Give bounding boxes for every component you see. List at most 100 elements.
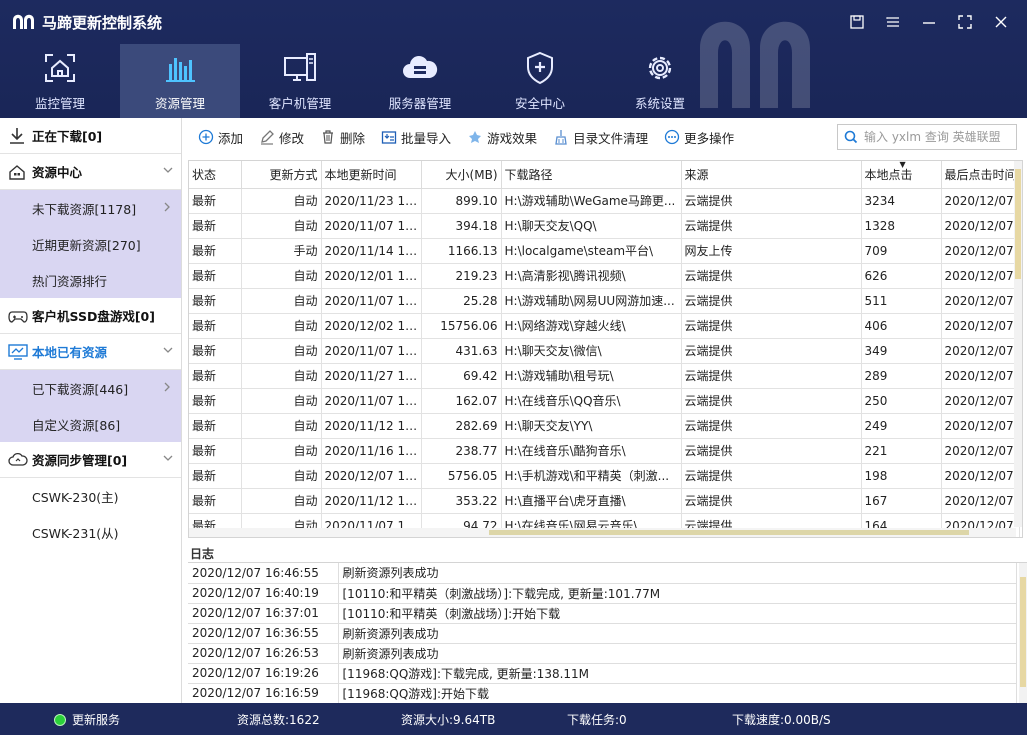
- cell-source: 云端提供: [681, 363, 862, 389]
- dir-cleanup-button[interactable]: 目录文件清理: [553, 128, 648, 147]
- tab-servers[interactable]: 服务器管理: [360, 44, 480, 118]
- table-row[interactable]: 最新 自动 2020/12/01 11... 219.23 H:\高清影视\腾讯视频\ 云…: [189, 263, 1020, 289]
- cell-size: 1166.13: [421, 238, 502, 264]
- minimize-button[interactable]: [911, 10, 947, 34]
- cell-size: 15756.06: [421, 313, 502, 339]
- add-button[interactable]: 添加: [198, 128, 243, 147]
- col-header-source[interactable]: 来源: [681, 161, 862, 189]
- sidebar-item-label: 未下载资源[1178]: [32, 201, 137, 217]
- cloud-sync-icon: [8, 452, 28, 466]
- tab-security[interactable]: 安全中心: [480, 44, 600, 118]
- toolbar: 添加 修改 删除 批量导入 游戏效果 目录文件清理 更多操作: [188, 120, 1023, 154]
- cell-last-click-time: 2020/12/07: [941, 238, 1020, 264]
- sidebar-group-label: 资源同步管理[0]: [32, 453, 128, 468]
- more-actions-button-label: 更多操作: [684, 130, 735, 146]
- table-header-row: 状态 更新方式 本地更新时间 大小(MB) 下载路径 来源 ▼ 本地点击 最后点击…: [189, 161, 1020, 189]
- tab-servers-label: 服务器管理: [388, 96, 452, 111]
- log-vertical-scrollbar[interactable]: [1019, 563, 1027, 703]
- cell-update-mode: 自动: [241, 463, 322, 489]
- more-actions-button[interactable]: 更多操作: [664, 128, 734, 147]
- batch-import-button[interactable]: 批量导入: [381, 128, 451, 147]
- app-title: 马蹄更新控制系统: [42, 14, 163, 32]
- table-row[interactable]: 最新 自动 2020/11/07 10... 431.63 H:\聊天交友\微信\ 云端提…: [189, 338, 1020, 364]
- log-message: 刷新资源列表成功: [338, 643, 1017, 664]
- table-row[interactable]: 最新 自动 2020/11/23 18... 899.10 H:\游戏辅助\WeGame…: [189, 188, 1020, 214]
- save-window-button[interactable]: [839, 10, 875, 34]
- table-row[interactable]: 最新 手动 2020/11/14 17... 1166.13 H:\localgame\…: [189, 238, 1020, 264]
- cell-status: 最新: [189, 463, 242, 489]
- sidebar-group-sync-mgmt[interactable]: 资源同步管理[0]: [0, 442, 181, 478]
- table-row[interactable]: 最新 自动 2020/11/07 10... 25.28 H:\游戏辅助\网易UU网游加…: [189, 288, 1020, 314]
- tab-settings[interactable]: 系统设置: [600, 44, 720, 118]
- tab-resources[interactable]: 资源管理: [120, 44, 240, 118]
- cell-local-clicks: 3234: [861, 188, 942, 214]
- table-row[interactable]: 最新 自动 2020/11/07 10... 394.18 H:\聊天交友\QQ\ 云端提…: [189, 213, 1020, 239]
- menu-button[interactable]: [875, 10, 911, 34]
- sidebar-item-downloaded[interactable]: 已下载资源[446]: [0, 370, 181, 406]
- col-header-local-update-time[interactable]: 本地更新时间: [321, 161, 422, 189]
- tab-clients[interactable]: 客户机管理: [240, 44, 360, 118]
- sidebar-item-label: 已下载资源[446]: [32, 381, 129, 397]
- log-time: 2020/12/07 16:16:59: [188, 683, 339, 703]
- col-header-size[interactable]: 大小(MB): [421, 161, 502, 189]
- col-header-last-click-time[interactable]: 最后点击时间: [941, 161, 1020, 189]
- service-status: 更新服务: [54, 711, 120, 728]
- close-icon: [995, 16, 1007, 28]
- cell-last-click-time: 2020/12/07: [941, 263, 1020, 289]
- sidebar-item-recent-updated[interactable]: 近期更新资源[270]: [0, 226, 181, 262]
- sidebar-item-downloading[interactable]: 正在下载[0]: [0, 118, 181, 154]
- table-row[interactable]: 最新 自动 2020/11/27 11... 69.42 H:\游戏辅助\租号玩\ 云端提…: [189, 363, 1020, 389]
- log-row: 2020/12/07 16:26:53 刷新资源列表成功: [188, 643, 1017, 664]
- sidebar-item-custom[interactable]: 自定义资源[86]: [0, 406, 181, 442]
- table-row[interactable]: 最新 自动 2020/11/16 11... 238.77 H:\在线音乐\酷狗音乐\ 云…: [189, 438, 1020, 464]
- table-row[interactable]: 最新 自动 2020/12/07 16... 5756.05 H:\手机游戏\和平精英（…: [189, 463, 1020, 489]
- table-row[interactable]: 最新 自动 2020/11/12 13... 282.69 H:\聊天交友\YY\ 云端提…: [189, 413, 1020, 439]
- pencil-icon: [261, 130, 274, 145]
- cell-size: 162.07: [421, 388, 502, 414]
- sidebar-group-label: 资源中心: [32, 165, 83, 180]
- table-row[interactable]: 最新 自动 2020/11/12 15... 353.22 H:\直播平台\虎牙直播\ 云…: [189, 488, 1020, 514]
- table-row[interactable]: 最新 自动 2020/12/02 10... 15756.06 H:\网络游戏\穿越火线…: [189, 313, 1020, 339]
- sidebar-item-server-slave[interactable]: CSWK-231(从): [0, 514, 181, 550]
- table-row[interactable]: 最新 自动 2020/11/07 11... 162.07 H:\在线音乐\QQ音乐\ 云…: [189, 388, 1020, 414]
- resource-total: 资源总数:1622: [237, 713, 320, 727]
- edit-button[interactable]: 修改: [259, 128, 304, 147]
- sparkle-icon: [469, 131, 482, 143]
- log-message: [10110:和平精英（刺激战场）]:开始下载: [338, 603, 1017, 624]
- sidebar-item-not-downloaded[interactable]: 未下载资源[1178]: [0, 190, 181, 226]
- cell-update-mode: 自动: [241, 413, 322, 439]
- cell-status: 最新: [189, 388, 242, 414]
- delete-button[interactable]: 删除: [320, 128, 365, 147]
- maximize-button[interactable]: [947, 10, 983, 34]
- title-and-nav-bar: 马蹄更新控制系统 监控管理 资源管理 客户机管理 服务器管理 安全中心 系统设置: [0, 0, 1027, 118]
- status-online-icon: [54, 714, 66, 726]
- cell-status: 最新: [189, 488, 242, 514]
- cell-local-clicks: 289: [861, 363, 942, 389]
- cell-size: 394.18: [421, 213, 502, 239]
- cell-last-click-time: 2020/12/07: [941, 413, 1020, 439]
- cell-local-clicks: 406: [861, 313, 942, 339]
- cell-size: 219.23: [421, 263, 502, 289]
- cell-last-click-time: 2020/12/07: [941, 388, 1020, 414]
- col-header-update-mode[interactable]: 更新方式: [241, 161, 322, 189]
- close-button[interactable]: [983, 10, 1019, 34]
- game-effect-button[interactable]: 游戏效果: [467, 128, 537, 147]
- sidebar-group-resource-center[interactable]: 资源中心: [0, 154, 181, 190]
- cell-local-update-time: 2020/11/07 10...: [321, 338, 422, 364]
- sidebar-item-server-main[interactable]: CSWK-230(主): [0, 478, 181, 514]
- sidebar-item-hot-rank[interactable]: 热门资源排行: [0, 262, 181, 298]
- sidebar-item-ssd-games[interactable]: 客户机SSD盘游戏[0]: [0, 298, 181, 334]
- table-horizontal-scrollbar[interactable]: [189, 528, 1016, 537]
- col-header-local-clicks[interactable]: ▼ 本地点击: [861, 161, 942, 189]
- col-header-download-path[interactable]: 下载路径: [501, 161, 682, 189]
- cell-local-update-time: 2020/11/23 18...: [321, 188, 422, 214]
- search-input[interactable]: [864, 130, 1012, 144]
- resource-table: 状态 更新方式 本地更新时间 大小(MB) 下载路径 来源 ▼ 本地点击 最后点击…: [188, 160, 1023, 538]
- tab-monitor[interactable]: 监控管理: [0, 44, 120, 118]
- col-header-status[interactable]: 状态: [189, 161, 242, 189]
- cell-update-mode: 自动: [241, 263, 322, 289]
- table-vertical-scrollbar[interactable]: [1014, 161, 1022, 527]
- sidebar-group-local-resources[interactable]: 本地已有资源: [0, 334, 181, 370]
- tab-monitor-label: 监控管理: [34, 96, 85, 111]
- cell-update-mode: 自动: [241, 438, 322, 464]
